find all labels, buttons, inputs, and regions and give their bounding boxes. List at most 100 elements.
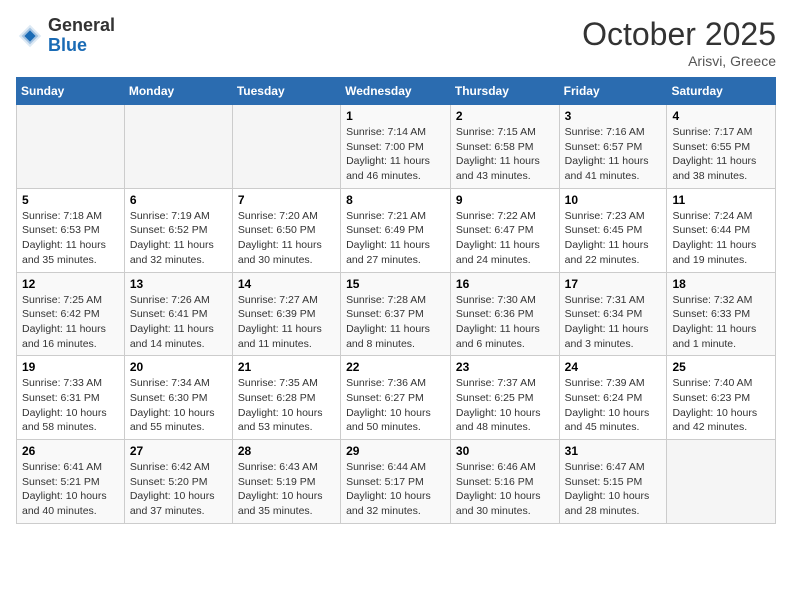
day-number: 25 [672,360,770,374]
week-row-5: 26 Sunrise: 6:41 AMSunset: 5:21 PMDayligh… [17,440,776,524]
day-number: 28 [238,444,335,458]
day-number: 20 [130,360,227,374]
header-day-saturday: Saturday [667,78,776,105]
week-row-1: 1 Sunrise: 7:14 AMSunset: 7:00 PMDaylight… [17,105,776,189]
day-cell: 9Sunrise: 7:22 AMSunset: 6:47 PMDaylight… [450,188,559,272]
header-day-tuesday: Tuesday [232,78,340,105]
day-cell: 13Sunrise: 7:26 AMSunset: 6:41 PMDayligh… [124,272,232,356]
day-cell: 7Sunrise: 7:20 AMSunset: 6:50 PMDaylight… [232,188,340,272]
day-info: Sunrise: 7:25 AMSunset: 6:42 PMDaylight:… [22,293,119,352]
calendar-header: SundayMondayTuesdayWednesdayThursdayFrid… [17,78,776,105]
day-cell: 29Sunrise: 6:44 AMSunset: 5:17 PMDayligh… [341,440,451,524]
day-cell: 4Sunrise: 7:17 AMSunset: 6:55 PMDaylight… [667,105,776,189]
day-cell: 2 Sunrise: 7:15 AMSunset: 6:58 PMDaylight… [450,105,559,189]
day-info: Sunrise: 7:40 AMSunset: 6:23 PMDaylight:… [672,376,770,435]
header-day-monday: Monday [124,78,232,105]
day-info: Sunrise: 6:43 AMSunset: 5:19 PMDaylight:… [238,460,335,519]
header-day-thursday: Thursday [450,78,559,105]
calendar-table: SundayMondayTuesdayWednesdayThursdayFrid… [16,77,776,524]
logo-text: General Blue [48,16,115,56]
day-cell: 26 Sunrise: 6:41 AMSunset: 5:21 PMDayligh… [17,440,125,524]
day-number: 27 [130,444,227,458]
day-info: Sunrise: 7:16 AMSunset: 6:57 PMDaylight:… [565,125,662,184]
day-number: 6 [130,193,227,207]
week-row-2: 5Sunrise: 7:18 AMSunset: 6:53 PMDaylight… [17,188,776,272]
day-number: 10 [565,193,662,207]
day-number: 22 [346,360,445,374]
day-info: Sunrise: 7:34 AMSunset: 6:30 PMDaylight:… [130,376,227,435]
day-number: 16 [456,277,554,291]
day-cell: 10 Sunrise: 7:23 AMSunset: 6:45 PMDayligh… [559,188,667,272]
day-number: 19 [22,360,119,374]
day-cell [667,440,776,524]
day-number: 24 [565,360,662,374]
day-cell: 27 Sunrise: 6:42 AMSunset: 5:20 PMDayligh… [124,440,232,524]
day-info: Sunrise: 7:24 AMSunset: 6:44 PMDaylight:… [672,209,770,268]
calendar-title: October 2025 [582,16,776,53]
header-day-sunday: Sunday [17,78,125,105]
header-day-wednesday: Wednesday [341,78,451,105]
logo-icon [16,22,44,50]
day-cell [17,105,125,189]
day-info: Sunrise: 7:22 AMSunset: 6:47 PMDaylight:… [456,209,554,268]
day-info: Sunrise: 7:31 AMSunset: 6:34 PMDaylight:… [565,293,662,352]
day-number: 21 [238,360,335,374]
day-cell: 12Sunrise: 7:25 AMSunset: 6:42 PMDayligh… [17,272,125,356]
day-info: Sunrise: 7:23 AMSunset: 6:45 PMDaylight:… [565,209,662,268]
day-number: 26 [22,444,119,458]
day-cell: 1 Sunrise: 7:14 AMSunset: 7:00 PMDaylight… [341,105,451,189]
day-number: 11 [672,193,770,207]
day-info: Sunrise: 7:21 AMSunset: 6:49 PMDaylight:… [346,209,445,268]
day-cell: 6 Sunrise: 7:19 AMSunset: 6:52 PMDaylight… [124,188,232,272]
day-info: Sunrise: 7:14 AMSunset: 7:00 PMDaylight:… [346,125,445,184]
header-day-friday: Friday [559,78,667,105]
day-number: 18 [672,277,770,291]
day-number: 15 [346,277,445,291]
day-info: Sunrise: 7:32 AMSunset: 6:33 PMDaylight:… [672,293,770,352]
day-info: Sunrise: 7:17 AMSunset: 6:55 PMDaylight:… [672,125,770,184]
title-area: October 2025 Arisvi, Greece [582,16,776,69]
day-cell: 25 Sunrise: 7:40 AMSunset: 6:23 PMDayligh… [667,356,776,440]
day-number: 17 [565,277,662,291]
day-info: Sunrise: 7:39 AMSunset: 6:24 PMDaylight:… [565,376,662,435]
day-cell: 23 Sunrise: 7:37 AMSunset: 6:25 PMDayligh… [450,356,559,440]
day-number: 3 [565,109,662,123]
day-number: 31 [565,444,662,458]
day-info: Sunrise: 7:15 AMSunset: 6:58 PMDaylight:… [456,125,554,184]
header-row: SundayMondayTuesdayWednesdayThursdayFrid… [17,78,776,105]
week-row-4: 19Sunrise: 7:33 AMSunset: 6:31 PMDayligh… [17,356,776,440]
day-cell: 16 Sunrise: 7:30 AMSunset: 6:36 PMDayligh… [450,272,559,356]
day-number: 2 [456,109,554,123]
day-info: Sunrise: 6:44 AMSunset: 5:17 PMDaylight:… [346,460,445,519]
day-info: Sunrise: 6:41 AMSunset: 5:21 PMDaylight:… [22,460,119,519]
day-info: Sunrise: 7:19 AMSunset: 6:52 PMDaylight:… [130,209,227,268]
day-number: 14 [238,277,335,291]
day-info: Sunrise: 6:46 AMSunset: 5:16 PMDaylight:… [456,460,554,519]
day-info: Sunrise: 6:47 AMSunset: 5:15 PMDaylight:… [565,460,662,519]
calendar-subtitle: Arisvi, Greece [582,53,776,69]
day-info: Sunrise: 7:27 AMSunset: 6:39 PMDaylight:… [238,293,335,352]
day-number: 1 [346,109,445,123]
day-info: Sunrise: 7:35 AMSunset: 6:28 PMDaylight:… [238,376,335,435]
day-info: Sunrise: 7:37 AMSunset: 6:25 PMDaylight:… [456,376,554,435]
day-cell: 17 Sunrise: 7:31 AMSunset: 6:34 PMDayligh… [559,272,667,356]
day-info: Sunrise: 7:28 AMSunset: 6:37 PMDaylight:… [346,293,445,352]
day-info: Sunrise: 7:36 AMSunset: 6:27 PMDaylight:… [346,376,445,435]
calendar-body: 1 Sunrise: 7:14 AMSunset: 7:00 PMDaylight… [17,105,776,524]
page-header: General Blue October 2025 Arisvi, Greece [16,16,776,69]
day-number: 23 [456,360,554,374]
day-info: Sunrise: 7:26 AMSunset: 6:41 PMDaylight:… [130,293,227,352]
day-cell: 5Sunrise: 7:18 AMSunset: 6:53 PMDaylight… [17,188,125,272]
day-info: Sunrise: 7:30 AMSunset: 6:36 PMDaylight:… [456,293,554,352]
day-number: 30 [456,444,554,458]
day-cell: 3 Sunrise: 7:16 AMSunset: 6:57 PMDaylight… [559,105,667,189]
logo: General Blue [16,16,115,56]
day-cell: 11 Sunrise: 7:24 AMSunset: 6:44 PMDayligh… [667,188,776,272]
day-cell [124,105,232,189]
day-cell: 14 Sunrise: 7:27 AMSunset: 6:39 PMDayligh… [232,272,340,356]
day-cell: 21 Sunrise: 7:35 AMSunset: 6:28 PMDayligh… [232,356,340,440]
day-info: Sunrise: 6:42 AMSunset: 5:20 PMDaylight:… [130,460,227,519]
day-cell: 20 Sunrise: 7:34 AMSunset: 6:30 PMDayligh… [124,356,232,440]
day-number: 8 [346,193,445,207]
logo-general-text: General [48,16,115,36]
